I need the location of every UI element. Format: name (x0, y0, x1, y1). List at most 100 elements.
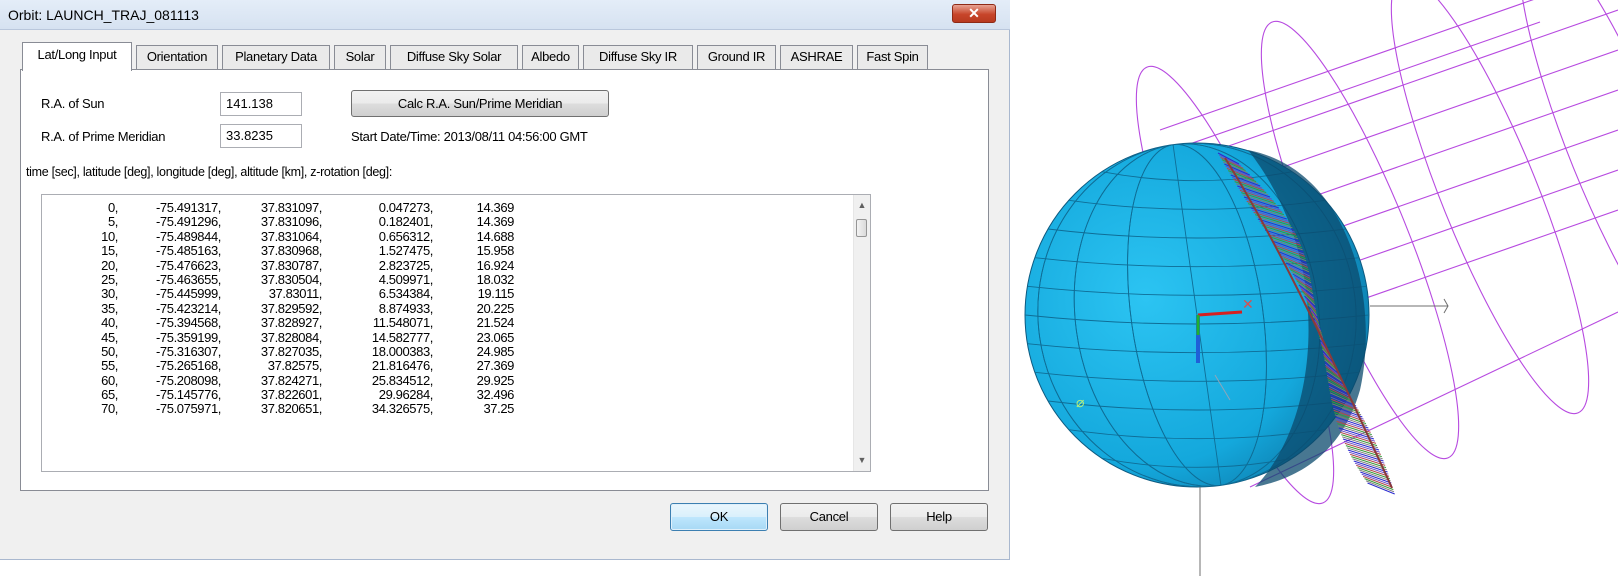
ra-sun-input[interactable]: 141.138 (220, 92, 302, 116)
table-cell: 15, (101, 243, 118, 259)
orbit-dialog: Orbit: LAUNCH_TRAJ_081113 ✕ Lat/Long Inp… (0, 0, 1010, 560)
table-cell: 19.115 (477, 286, 515, 302)
table-cell: -75.489844, (156, 228, 221, 244)
table-cell: 40, (101, 315, 118, 331)
orbit-3d-viewport[interactable]: ✕ ⌀ (1020, 0, 1618, 576)
axis-marker-x-icon: ✕ (1242, 296, 1254, 312)
scroll-thumb[interactable] (856, 219, 867, 237)
table-cell: 37.831096, (260, 214, 322, 230)
close-icon: ✕ (968, 5, 980, 21)
tab-ground-ir[interactable]: Ground IR (697, 45, 776, 69)
tab-label: Diffuse Sky IR (599, 49, 677, 64)
table-cell: -75.359199, (156, 329, 221, 345)
table-cell: 0, (107, 200, 118, 215)
tab-orientation[interactable]: Orientation (136, 45, 218, 69)
table-cell: 20, (101, 257, 118, 273)
ok-button[interactable]: OK (670, 503, 768, 531)
table-cell: 8.874933, (378, 300, 434, 316)
table-cell: 1.527475, (378, 243, 434, 259)
table-cell: 55, (101, 358, 118, 374)
table-cell: 18.000383, (371, 343, 433, 359)
columns-label: time [sec], latitude [deg], longitude [d… (26, 165, 393, 179)
table-cell: 37.831064, (260, 228, 322, 244)
table-cell: 5, (107, 214, 118, 230)
table-cell: 0.182401, (378, 214, 434, 230)
table-cell: 14.688 (476, 228, 515, 244)
table-cell: 14.369 (476, 214, 515, 230)
tab-lat-long-input[interactable]: Lat/Long Input (22, 42, 132, 71)
table-cell: 35, (101, 300, 118, 316)
table-cell: 18.032 (476, 271, 515, 287)
table-cell: 37.827035, (260, 343, 322, 359)
table-cell: -75.208098, (156, 372, 221, 388)
table-cell: -75.491317, (156, 200, 221, 215)
table-cell: 29.925 (476, 372, 515, 388)
calc-ra-button[interactable]: Calc R.A. Sun/Prime Meridian (351, 90, 609, 117)
ra-prime-meridian-input[interactable]: 33.8235 (220, 124, 302, 148)
start-date-time: Start Date/Time: 2013/08/11 04:56:00 GMT (351, 129, 588, 144)
table-cell: 14.369 (476, 200, 515, 215)
table-cell: 29.96284, (378, 387, 434, 403)
table-cell: -75.476623, (156, 257, 221, 273)
trajectory-textarea[interactable]: 0, -75.491317, 37.831097, 0.047273, 14.369 5,… (41, 194, 871, 472)
table-cell: 65, (101, 387, 118, 403)
table-cell: 37.822601, (260, 387, 322, 403)
table-cell: 37.25 (483, 401, 514, 417)
table-cell: 25.834512, (371, 372, 433, 388)
table-cell: 70, (101, 401, 118, 417)
table-cell: 11.548071, (372, 315, 434, 331)
scroll-up-arrow-icon[interactable]: ▲ (854, 197, 870, 214)
tab-label: Diffuse Sky Solar (406, 49, 502, 64)
tab-ashrae[interactable]: ASHRAE (780, 45, 853, 69)
table-cell: 32.496 (476, 387, 515, 403)
table-cell: 34.326575, (371, 401, 433, 417)
table-cell: 37.83011, (268, 286, 323, 302)
globe-marker-icon: ⌀ (1076, 394, 1084, 410)
tab-diffuse-sky-solar[interactable]: Diffuse Sky Solar (390, 45, 518, 69)
table-cell: -75.316307, (156, 343, 221, 359)
table-cell: 10, (101, 228, 118, 244)
table-cell: 27.369 (476, 358, 515, 374)
table-cell: 25, (101, 271, 118, 287)
tab-albedo[interactable]: Albedo (522, 45, 579, 69)
table-cell: 16.924 (476, 257, 515, 273)
table-cell: 37.831097, (260, 200, 322, 215)
tab-solar[interactable]: Solar (334, 45, 386, 69)
table-cell: 30, (101, 286, 118, 302)
table-cell: -75.445999, (156, 286, 221, 302)
table-cell: 37.828084, (260, 329, 322, 345)
table-cell: -75.394568, (156, 315, 221, 331)
table-cell: 21.524 (476, 315, 515, 331)
vertical-scrollbar[interactable]: ▲ ▼ (853, 195, 870, 471)
close-button[interactable]: ✕ (952, 4, 996, 23)
table-cell: -75.423214, (156, 300, 221, 316)
title-bar[interactable]: Orbit: LAUNCH_TRAJ_081113 ✕ (0, 0, 1010, 30)
lat-long-panel: R.A. of Sun 141.138 Calc R.A. Sun/Prime … (20, 69, 989, 491)
tab-fast-spin[interactable]: Fast Spin (857, 45, 928, 69)
tab-label: Ground IR (707, 49, 766, 64)
dialog-title: Orbit: LAUNCH_TRAJ_081113 (8, 7, 199, 23)
table-cell: 45, (101, 329, 118, 345)
cancel-button[interactable]: Cancel (780, 503, 878, 531)
tab-diffuse-sky-ir[interactable]: Diffuse Sky IR (583, 45, 693, 69)
table-cell: -75.485163, (156, 243, 221, 259)
table-cell: -75.463655, (156, 271, 221, 287)
table-cell: 24.985 (476, 343, 515, 359)
tab-label: Solar (345, 49, 375, 64)
tab-label: Lat/Long Input (37, 47, 117, 62)
table-cell: -75.145776, (156, 387, 221, 403)
help-button[interactable]: Help (890, 503, 988, 531)
tab-planetary-data[interactable]: Planetary Data (222, 45, 330, 69)
orbit-render: ✕ ⌀ (1024, 0, 1618, 576)
table-cell: 37.828927, (260, 315, 322, 331)
table-cell: 20.225 (476, 300, 515, 316)
tab-label: Fast Spin (866, 49, 919, 64)
scroll-down-arrow-icon[interactable]: ▼ (854, 452, 870, 469)
table-cell: 6.534384, (378, 286, 434, 302)
table-cell: 15.958 (476, 243, 515, 259)
table-cell: 14.582777, (371, 329, 433, 345)
table-cell: 37.820651, (260, 401, 322, 417)
table-cell: -75.491296, (156, 214, 221, 230)
table-cell: -75.265168, (156, 358, 221, 374)
table-cell: 37.829592, (260, 300, 322, 316)
